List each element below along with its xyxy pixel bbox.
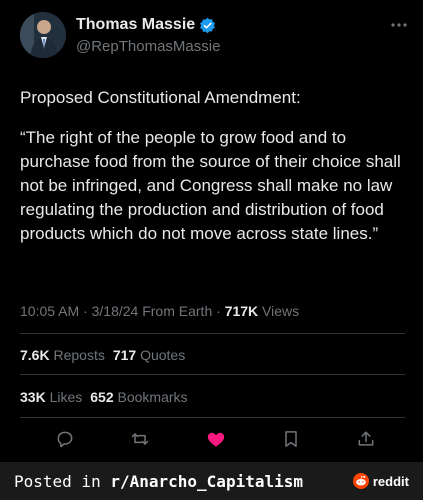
stats-row-reposts: 7.6K Reposts 717 Quotes xyxy=(20,347,185,363)
author-name[interactable]: Thomas Massie xyxy=(76,16,195,34)
author-handle[interactable]: @RepThomasMassie xyxy=(76,38,220,55)
quotes-label: Quotes xyxy=(140,347,186,363)
reposts-stat[interactable]: 7.6K Reposts xyxy=(20,347,105,363)
more-options-icon[interactable] xyxy=(388,18,410,30)
like-icon[interactable] xyxy=(205,428,227,450)
divider xyxy=(20,417,405,418)
reposts-label: Reposts xyxy=(53,347,105,363)
tweet-quote: “The right of the people to grow food an… xyxy=(20,128,401,243)
likes-count: 33K xyxy=(20,389,46,405)
likes-label: Likes xyxy=(49,389,83,405)
action-bar xyxy=(20,424,405,454)
bookmarks-label: Bookmarks xyxy=(117,389,188,405)
reposts-count: 7.6K xyxy=(20,347,50,363)
posted-in-label: Posted in r/Anarcho_Capitalism xyxy=(14,472,303,491)
stats-row-likes: 33K Likes 652 Bookmarks xyxy=(20,389,188,405)
tweet-heading: Proposed Constitutional Amendment: xyxy=(20,88,301,107)
quotes-count: 717 xyxy=(112,347,137,363)
subreddit-link[interactable]: r/Anarcho_Capitalism xyxy=(110,472,303,491)
posted-prefix: Posted in xyxy=(14,471,101,491)
views-label: Views xyxy=(262,303,300,319)
tweet-header: Thomas Massie @RepThomasMassie xyxy=(20,12,410,62)
divider xyxy=(20,333,405,334)
tweet-date[interactable]: 3/18/24 xyxy=(92,303,139,319)
tweet-time[interactable]: 10:05 AM xyxy=(20,303,79,319)
avatar[interactable] xyxy=(20,12,66,58)
reddit-brand: reddit xyxy=(352,473,409,489)
tweet-card[interactable]: Thomas Massie @RepThomasMassie Proposed … xyxy=(0,0,423,462)
views-count: 717K xyxy=(224,303,259,319)
reddit-logo-icon xyxy=(352,473,369,489)
reddit-wordmark: reddit xyxy=(372,473,409,489)
share-icon[interactable] xyxy=(355,428,377,450)
repost-icon[interactable] xyxy=(129,428,151,450)
name-row: Thomas Massie xyxy=(76,16,216,34)
bookmarks-count: 652 xyxy=(90,389,114,405)
quotes-stat[interactable]: 717 Quotes xyxy=(113,347,185,363)
reply-icon[interactable] xyxy=(54,428,76,450)
verified-badge-icon xyxy=(199,17,216,34)
reddit-footer: Posted in r/Anarcho_Capitalism reddit xyxy=(0,462,423,500)
bookmarks-stat[interactable]: 652 Bookmarks xyxy=(90,389,187,405)
tweet-source: From Earth xyxy=(142,303,213,319)
likes-stat[interactable]: 33K Likes xyxy=(20,389,82,405)
divider xyxy=(20,374,405,375)
tweet-text: Proposed Constitutional Amendment: “The … xyxy=(20,86,415,262)
tweet-meta: 10:05 AM · 3/18/24 From Earth · 717K Vie… xyxy=(20,303,300,319)
bookmark-icon[interactable] xyxy=(280,428,302,450)
